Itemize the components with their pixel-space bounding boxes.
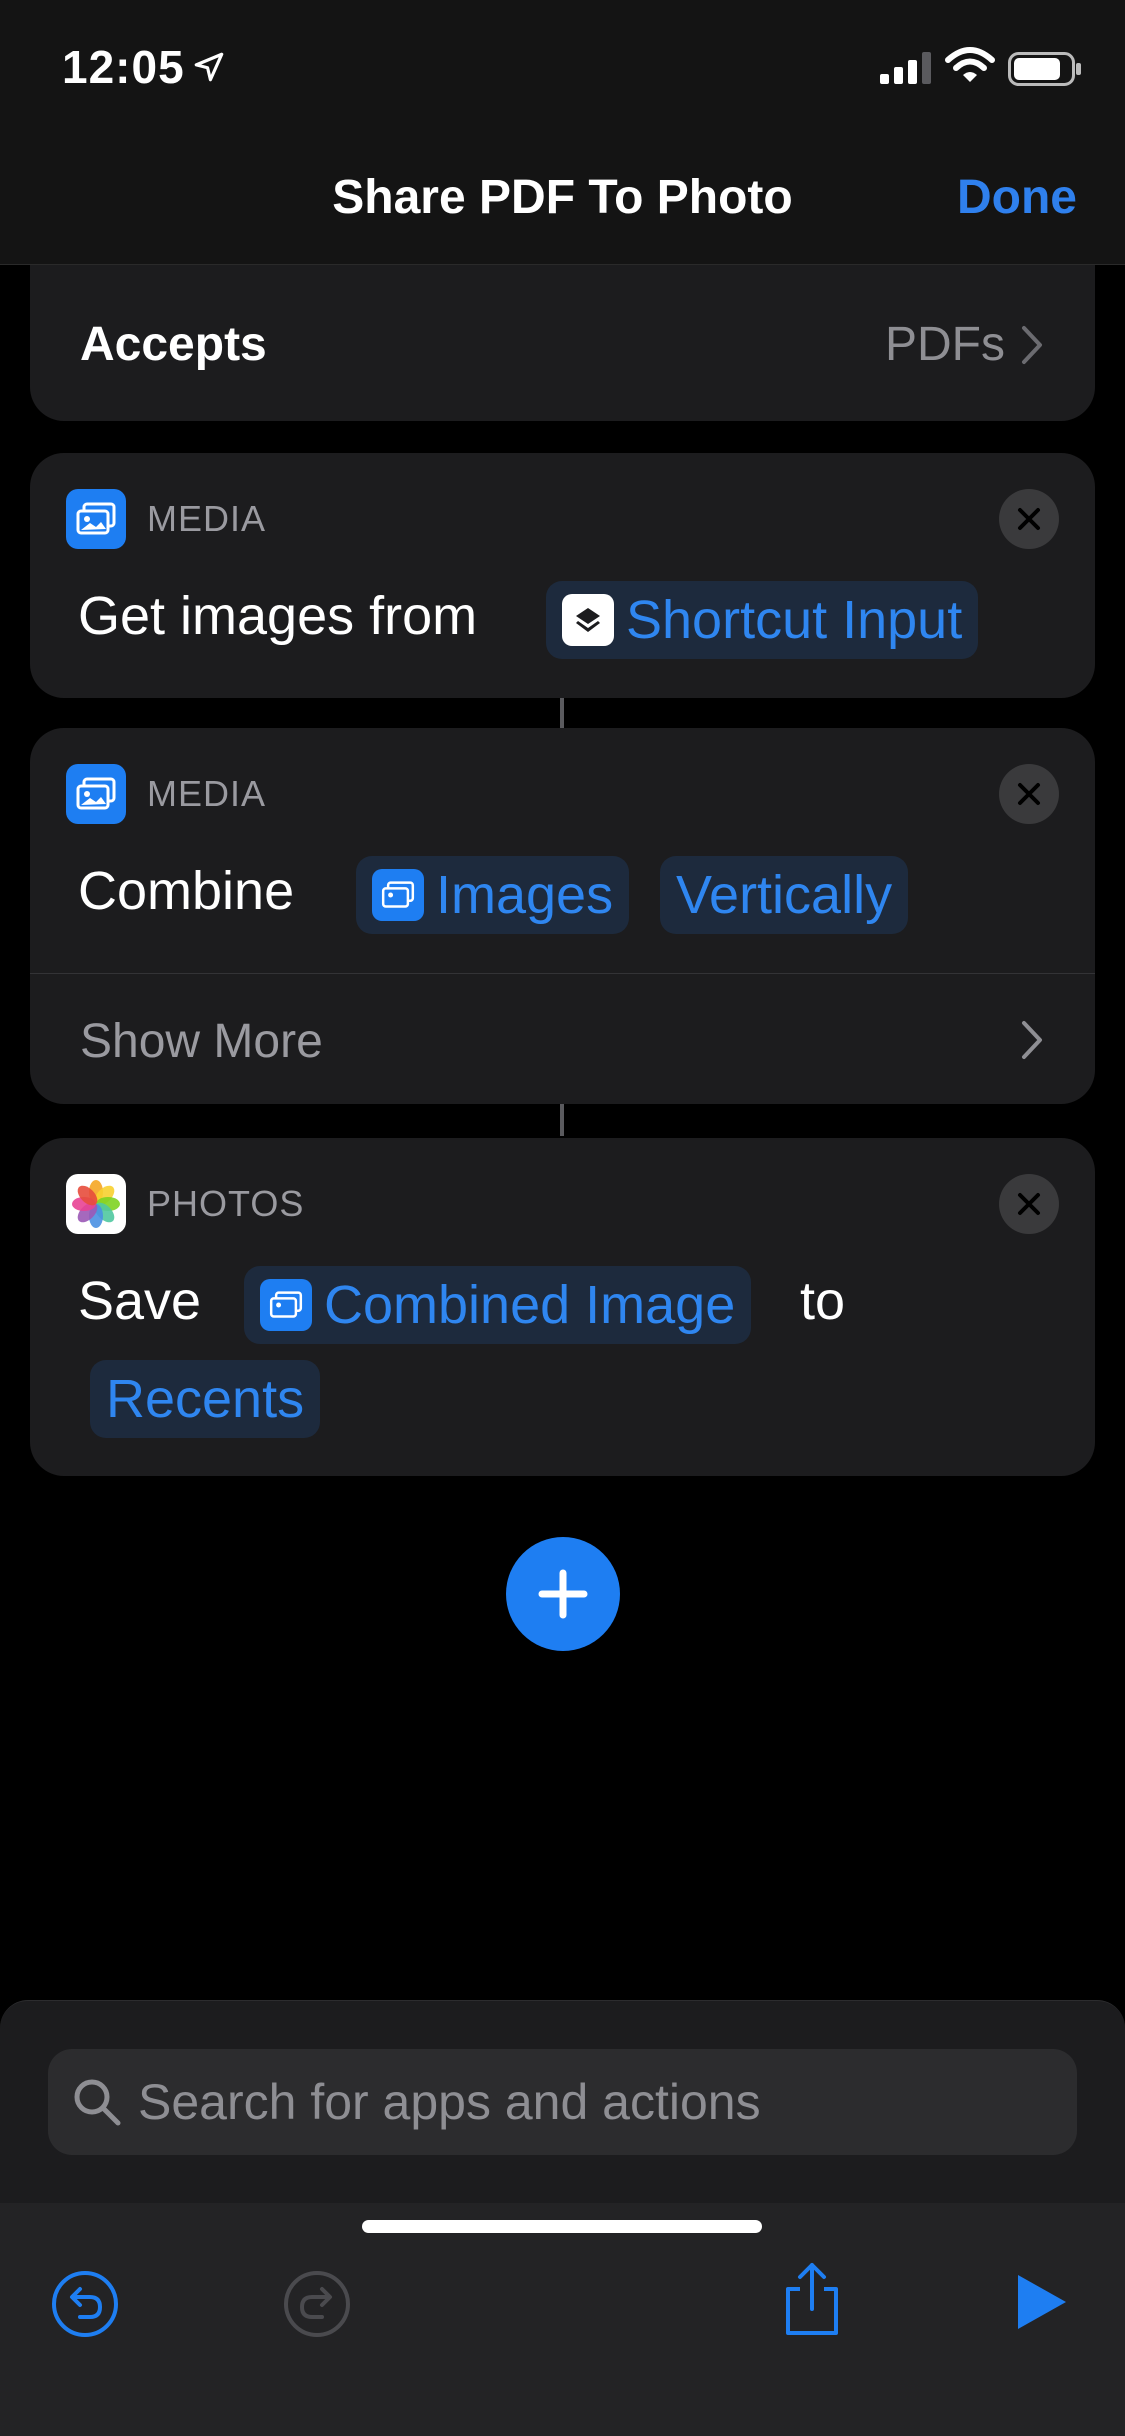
navigation-bar: Share PDF To Photo Done	[0, 140, 1125, 265]
undo-icon[interactable]	[50, 2269, 120, 2339]
remove-action-button[interactable]	[999, 764, 1059, 824]
close-icon	[1018, 508, 1040, 530]
search-bar[interactable]	[48, 2049, 1077, 2155]
show-more-label: Show More	[80, 1015, 323, 1068]
media-icon	[260, 1279, 312, 1331]
accepts-row[interactable]: Accepts PDFs	[30, 265, 1095, 421]
media-icon	[66, 489, 126, 549]
share-icon[interactable]	[780, 2259, 844, 2339]
action-text: Save	[78, 1271, 202, 1331]
remove-action-button[interactable]	[999, 1174, 1059, 1234]
token-label: Images	[436, 865, 614, 925]
token-combined-image[interactable]: Combined Image	[244, 1266, 752, 1344]
add-action-button[interactable]	[506, 1537, 620, 1651]
action-connector	[560, 1104, 564, 1136]
show-more-row[interactable]: Show More	[30, 973, 1095, 1104]
action-text: Get images from	[78, 586, 478, 646]
cellular-signal-icon	[880, 52, 931, 84]
redo-icon[interactable]	[282, 2269, 352, 2339]
done-button[interactable]: Done	[957, 170, 1077, 225]
action-search-sheet	[0, 2000, 1125, 2436]
action-text: Combine	[78, 861, 295, 921]
chevron-right-icon	[1022, 326, 1042, 364]
token-recents[interactable]: Recents	[90, 1360, 321, 1438]
token-label: Shortcut Input	[626, 590, 963, 650]
media-icon	[66, 764, 126, 824]
chevron-right-icon	[1022, 1021, 1042, 1059]
search-icon	[74, 2079, 121, 2126]
home-indicator	[362, 2220, 762, 2233]
plus-icon	[538, 1569, 588, 1619]
search-input[interactable]	[138, 2049, 1038, 2155]
play-icon[interactable]	[1014, 2271, 1070, 2333]
action-category-label: MEDIA	[147, 773, 267, 814]
close-icon	[1018, 1193, 1040, 1215]
status-time: 12:05	[62, 41, 185, 93]
action-connector	[560, 698, 564, 728]
photos-app-icon	[66, 1174, 126, 1234]
remove-action-button[interactable]	[999, 489, 1059, 549]
token-shortcut-input[interactable]: Shortcut Input	[546, 581, 979, 659]
action-save-to-photos[interactable]: PHOTOS Save Combined Image to Recents	[30, 1138, 1095, 1476]
status-bar: 12:05	[0, 0, 1125, 140]
connector-word: to	[800, 1271, 846, 1331]
close-icon	[1018, 783, 1040, 805]
media-icon	[372, 869, 424, 921]
action-category-label: MEDIA	[147, 498, 267, 539]
shortcut-input-icon	[562, 594, 614, 646]
editor-toolbar	[0, 2203, 1125, 2436]
accepts-label: Accepts	[80, 318, 267, 371]
location-arrow-icon	[194, 52, 224, 82]
action-category-label: PHOTOS	[147, 1183, 305, 1224]
action-combine-images[interactable]: MEDIA Combine Images Vertically Show Mor…	[30, 728, 1095, 1104]
token-vertically[interactable]: Vertically	[660, 856, 909, 934]
wifi-icon	[945, 47, 995, 82]
action-get-images[interactable]: MEDIA Get images from Shortcut Input	[30, 453, 1095, 698]
token-label: Combined Image	[324, 1275, 736, 1335]
token-images[interactable]: Images	[356, 856, 630, 934]
accepts-value: PDFs	[885, 318, 1005, 371]
battery-icon	[1008, 52, 1081, 86]
